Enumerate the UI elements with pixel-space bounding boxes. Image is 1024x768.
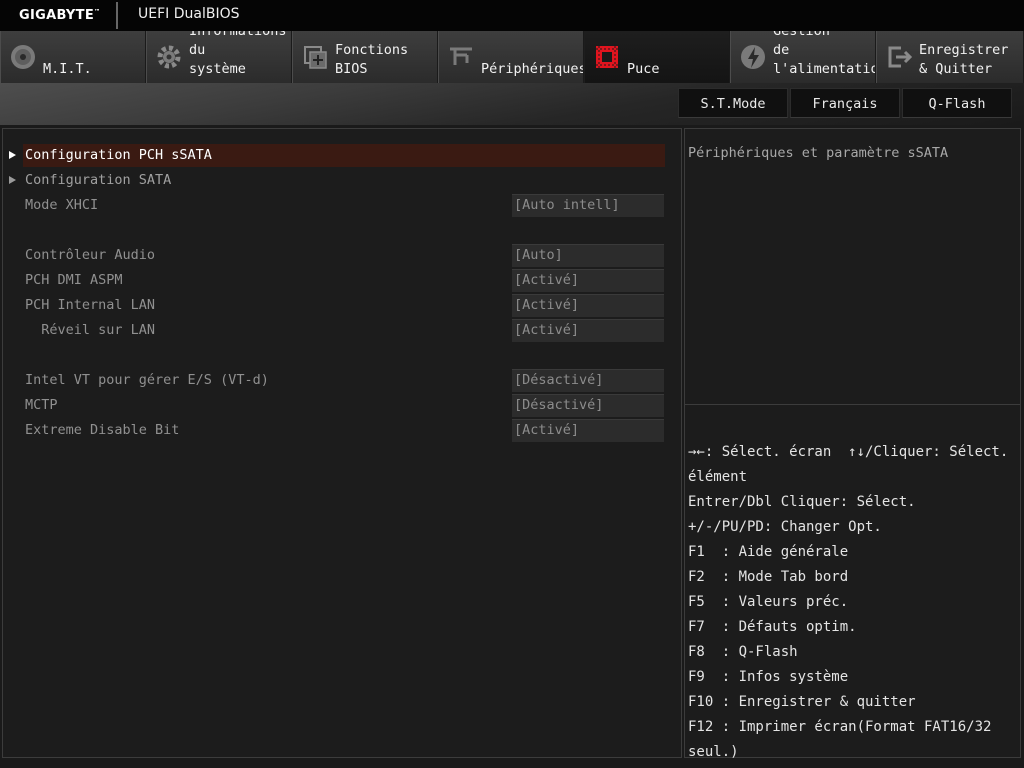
setting-label: Contrôleur Audio <box>25 247 156 263</box>
tab-label: Puce <box>627 61 660 77</box>
setting-value[interactable]: [Désactivé] <box>512 369 664 392</box>
key-help-line: seul.) <box>688 744 739 760</box>
setting-label: Réveil sur LAN <box>25 322 156 338</box>
tab-label: Informations du système <box>189 31 287 77</box>
setting-value[interactable]: [Activé] <box>512 269 664 292</box>
setting-value[interactable]: [Auto intell] <box>512 194 664 217</box>
setting-value[interactable]: [Activé] <box>512 319 664 342</box>
key-help-line: Entrer/Dbl Cliquer: Sélect. <box>688 494 916 510</box>
setting-pch-ssata-config[interactable]: Configuration PCH sSATA <box>3 144 683 169</box>
key-help-line: F5 : Valeurs préc. <box>688 594 849 610</box>
brand-name: GIGABYTE <box>19 8 94 23</box>
brand-trademark: ™ <box>94 8 101 16</box>
help-description-panel <box>684 128 1021 406</box>
exit-icon <box>888 46 913 68</box>
tab-label: M.I.T. <box>43 61 92 77</box>
key-help-line: +/-/PU/PD: Changer Opt. <box>688 519 882 535</box>
setting-label: Mode XHCI <box>25 197 99 213</box>
tab-system-info[interactable]: Informations du système <box>146 31 292 83</box>
setting-label: PCH DMI ASPM <box>25 272 123 288</box>
peripherals-icon <box>450 47 472 65</box>
setting-value[interactable]: [Auto] <box>512 244 664 267</box>
setting-value[interactable]: [Activé] <box>512 294 664 317</box>
setting-label: Configuration SATA <box>25 172 172 188</box>
top-bar: GIGABYTE™ UEFI DualBIOS <box>0 0 1024 31</box>
product-title: UEFI DualBIOS <box>138 6 240 22</box>
tab-chipset[interactable]: Puce <box>584 31 730 83</box>
key-help-line: élément <box>688 469 748 485</box>
setting-label: PCH Internal LAN <box>25 297 156 313</box>
setting-value[interactable]: [Activé] <box>512 419 664 442</box>
setting-label: Extreme Disable Bit <box>25 422 180 438</box>
setting-label: Configuration PCH sSATA <box>25 147 212 163</box>
key-help-line: F2 : Mode Tab bord <box>688 569 849 585</box>
tab-mit[interactable]: M.I.T. <box>0 31 146 83</box>
key-help-line: F1 : Aide générale <box>688 544 849 560</box>
key-help-line: F9 : Infos système <box>688 669 849 685</box>
mit-disc-icon <box>11 45 35 69</box>
setting-wake-on-lan[interactable]: Réveil sur LAN [Activé] <box>3 319 683 344</box>
setting-extreme-disable-bit[interactable]: Extreme Disable Bit [Activé] <box>3 419 683 444</box>
setting-pch-internal-lan[interactable]: PCH Internal LAN [Activé] <box>3 294 683 319</box>
gear-icon <box>157 45 181 69</box>
chipset-icon <box>596 46 618 68</box>
submenu-arrow-icon <box>9 151 16 159</box>
tab-label: Enregistrer & Quitter <box>919 42 1009 77</box>
setting-label: MCTP <box>25 397 58 413</box>
setting-sata-config[interactable]: Configuration SATA <box>3 169 683 194</box>
tab-bios-features[interactable]: Fonctions BIOS <box>292 31 438 83</box>
tab-peripherals[interactable]: Périphériques <box>438 31 584 83</box>
help-description: Périphériques et paramètre sSATA <box>688 145 949 161</box>
settings-panel: Configuration PCH sSATA Configuration SA… <box>2 128 682 758</box>
setting-vt-d[interactable]: Intel VT pour gérer E/S (VT-d) [Désactiv… <box>3 369 683 394</box>
setting-audio-controller[interactable]: Contrôleur Audio [Auto] <box>3 244 683 269</box>
key-help-line: F10 : Enregistrer & quitter <box>688 694 916 710</box>
tab-power-management[interactable]: Gestion de l'alimentatio <box>730 31 876 83</box>
tab-save-exit[interactable]: Enregistrer & Quitter <box>876 31 1024 83</box>
qflash-button[interactable]: Q-Flash <box>902 88 1012 118</box>
brand-divider <box>116 2 118 29</box>
setting-mctp[interactable]: MCTP [Désactivé] <box>3 394 683 419</box>
setting-value[interactable]: [Désactivé] <box>512 394 664 417</box>
key-help-line: F7 : Défauts optim. <box>688 619 857 635</box>
brand-logo: GIGABYTE™ <box>19 8 100 23</box>
tab-label: Périphériques <box>481 61 584 77</box>
submenu-arrow-icon <box>9 176 16 184</box>
setting-pch-dmi-aspm[interactable]: PCH DMI ASPM [Activé] <box>3 269 683 294</box>
main-tabs: M.I.T. Informations du système Fonctions… <box>0 31 1024 83</box>
key-help-line: F12 : Imprimer écran(Format FAT16/32 <box>688 719 992 735</box>
bios-chip-icon <box>304 46 327 69</box>
setting-xhci-mode[interactable]: Mode XHCI [Auto intell] <box>3 194 683 219</box>
key-help-line: F8 : Q-Flash <box>688 644 798 660</box>
language-button[interactable]: Français <box>790 88 900 118</box>
tab-label: Fonctions BIOS <box>335 42 409 77</box>
setting-label: Intel VT pour gérer E/S (VT-d) <box>25 372 269 388</box>
tab-label: Gestion de l'alimentatio <box>773 31 876 77</box>
key-help-line: →←: Sélect. écran ↑↓/Cliquer: Sélect. <box>688 444 1009 460</box>
st-mode-button[interactable]: S.T.Mode <box>678 88 788 118</box>
power-icon <box>741 45 765 69</box>
